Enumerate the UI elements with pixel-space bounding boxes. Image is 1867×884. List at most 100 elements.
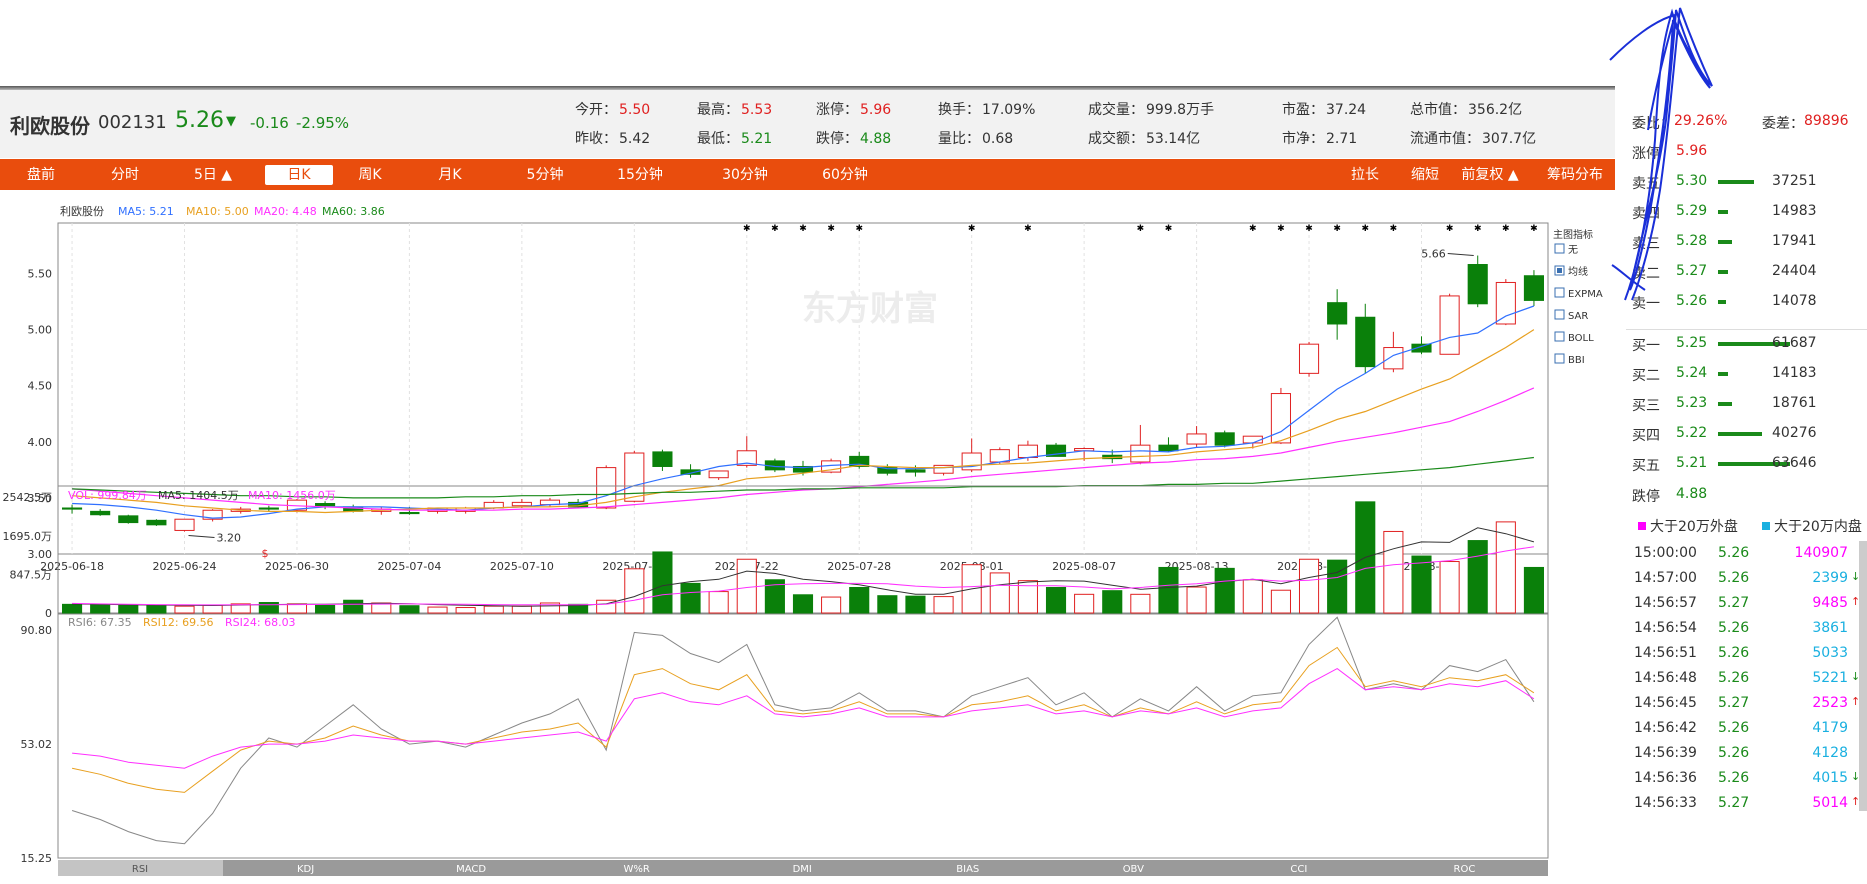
tab-period[interactable]: 5日 ▲ [180, 165, 246, 185]
quote-label: 涨停： [816, 102, 858, 118]
x-tick-label: 2025-06-24 [153, 560, 217, 573]
indicator-checkbox [1554, 287, 1565, 298]
indicator-option: 均线 [1568, 265, 1588, 278]
stock-code: 002131 [98, 112, 167, 133]
volume-bar [118, 604, 139, 614]
volume-bar [511, 605, 532, 614]
quote-label: 换手： [938, 102, 980, 118]
x-tick-label: 2025-06-30 [265, 560, 329, 573]
sell-level-volume: 24404 [1772, 263, 1817, 279]
volume-bar [343, 599, 364, 614]
buy-level-price: 5.24 [1676, 365, 1708, 381]
quote-label: 市净： [1282, 131, 1324, 147]
candle-body [258, 507, 279, 510]
tab-tool[interactable]: 前复权 ▲ [1455, 165, 1525, 185]
quote-label: 成交额： [1088, 131, 1144, 147]
quote-label: 总市值： [1410, 102, 1466, 118]
indicator-tab[interactable]: OBV [1123, 864, 1144, 875]
candle-body [1495, 281, 1516, 325]
indicator-tab[interactable]: KDJ [297, 864, 314, 875]
y-tick-label: 4.50 [28, 380, 53, 393]
tick-volume: 5014 [1812, 795, 1848, 811]
quote-value: 37.24 [1326, 102, 1367, 118]
buy-level-volume: 40276 [1772, 425, 1817, 441]
candle-body [708, 470, 729, 479]
y-tick-label: 5.50 [28, 267, 53, 280]
quote-label: 跌停： [816, 131, 858, 147]
vol-legend-vol: VOL: 999.84万 [68, 489, 147, 502]
tick-price: 5.27 [1718, 695, 1750, 711]
tab-period[interactable]: 60分钟 [805, 165, 885, 185]
quote-value: 307.7亿 [1482, 131, 1537, 147]
indicator-checkbox [1554, 331, 1565, 342]
top-blank-area [0, 0, 1867, 86]
candle-body [1383, 347, 1404, 370]
tab-period[interactable]: 30分钟 [705, 165, 785, 185]
candle-body [511, 501, 532, 507]
watermark-text: 东方财富 [802, 289, 938, 329]
rsi-plot-frame [57, 613, 1549, 859]
volume-bar [736, 558, 757, 614]
tab-period[interactable]: 盘前 [18, 165, 64, 185]
quote-label: 今开： [575, 102, 617, 118]
quote-value: 5.50 [619, 102, 651, 118]
tab-tool[interactable]: 缩短 [1400, 165, 1450, 185]
candle-body [905, 469, 926, 473]
buy-level-label: 买一 [1632, 338, 1660, 354]
legend-name: 利欧股份 [60, 205, 104, 218]
tab-period[interactable]: 月K [425, 165, 475, 185]
indicator-tab[interactable]: MACD [456, 864, 486, 875]
candle-body [1298, 343, 1320, 374]
volume-bar [174, 605, 195, 614]
indicator-tab[interactable]: DMI [793, 864, 812, 875]
tab-period[interactable]: 分时 [100, 165, 150, 185]
tab-tool[interactable]: 拉长 [1340, 165, 1390, 185]
candle-body [146, 519, 167, 526]
quote-value: 356.2亿 [1468, 102, 1523, 118]
limit-down-value: 4.88 [1676, 486, 1708, 502]
tab-period[interactable]: 15分钟 [600, 165, 680, 185]
event-marker: ✱ [1024, 224, 1032, 234]
candle-body [1270, 393, 1291, 444]
indicator-tab[interactable]: W%R [623, 864, 649, 875]
volume-bar [146, 605, 167, 614]
indicator-title: 主图指标 [1553, 228, 1593, 241]
tab-period[interactable]: 5分钟 [510, 165, 580, 185]
main-plot-frame [57, 222, 1549, 555]
rsi-legend-24: RSI24: 68.03 [225, 616, 296, 629]
quote-item: 成交额： 53.14亿 [1088, 128, 1200, 148]
indicator-tab[interactable]: BIAS [956, 864, 979, 875]
kline-chart[interactable]: 3.003.504.004.505.005.502025-06-18 2025-0… [0, 190, 1615, 884]
volume-bar [1242, 579, 1263, 614]
x-tick-label: 2025-07-10 [490, 560, 554, 573]
tab-period[interactable]: 日K [265, 165, 333, 185]
vol-tick-label: 0 [45, 607, 52, 620]
volume-bar [877, 595, 898, 614]
candle-body [1017, 444, 1038, 459]
x-tick-label: 2025-07-28 [827, 560, 891, 573]
event-marker: ✱ [1502, 224, 1510, 234]
volume-bar [61, 603, 83, 614]
quote-value: 5.42 [619, 131, 651, 147]
event-marker: ✱ [1249, 224, 1257, 234]
candle-body [1242, 435, 1263, 444]
tick-price: 5.27 [1718, 595, 1750, 611]
tab-period[interactable]: 周K [345, 165, 395, 185]
candle-body [1523, 275, 1545, 301]
quote-item: 市净： 2.71 [1282, 128, 1357, 148]
volume-bar [483, 605, 504, 614]
quote-item: 成交量： 999.8万手 [1088, 99, 1214, 119]
indicator-tab[interactable]: CCI [1290, 864, 1307, 875]
indicator-tab[interactable]: RSI [132, 864, 148, 875]
volume-bar [652, 551, 673, 614]
legend-ma60: MA60: 3.86 [322, 205, 385, 218]
sell-level-volume: 14078 [1772, 293, 1817, 309]
outer-legend-swatch [1638, 522, 1646, 530]
candle-body [399, 511, 420, 515]
tick-scrollbar[interactable] [1859, 541, 1867, 811]
volume-bar [1298, 558, 1320, 614]
tick-time: 14:56:48 [1634, 670, 1697, 686]
event-marker: ✱ [1137, 224, 1145, 234]
indicator-tab[interactable]: ROC [1454, 864, 1476, 875]
rsi-tick-label: 53.02 [21, 738, 53, 751]
